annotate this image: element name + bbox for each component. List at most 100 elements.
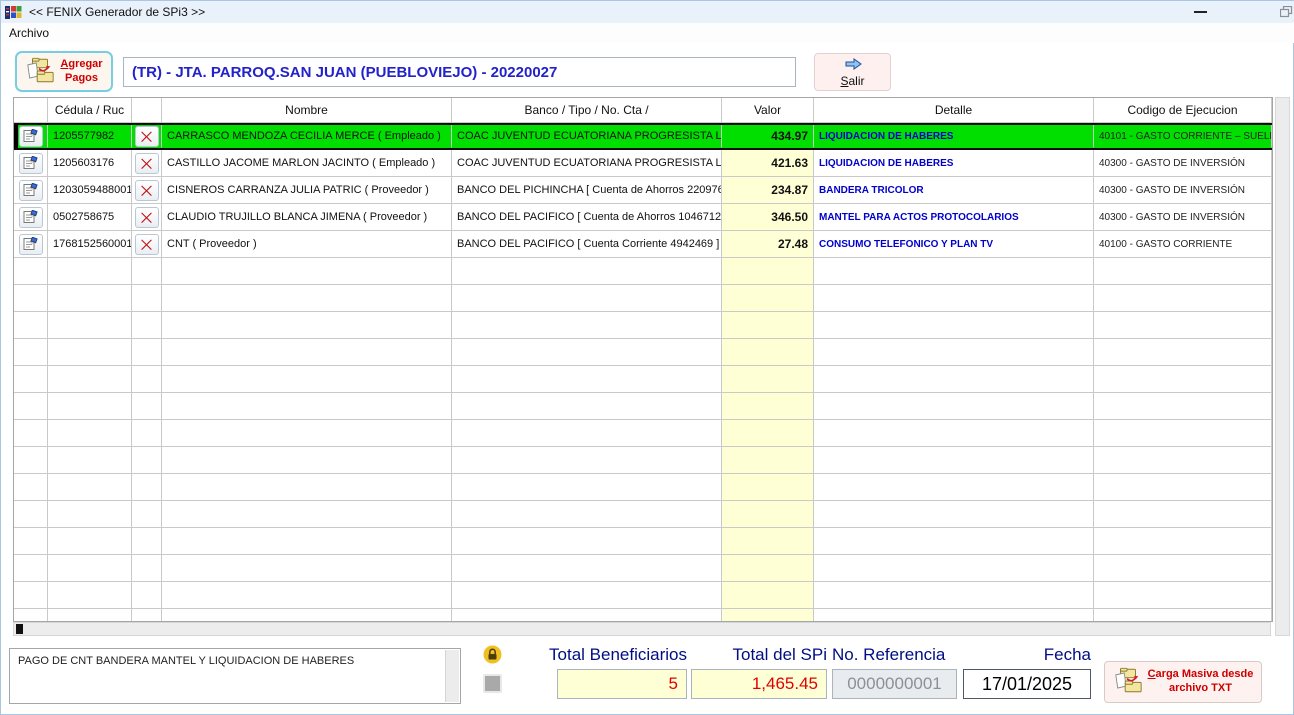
payments-table: Cédula / Ruc Nombre Banco / Tipo / No. C… [13,97,1273,622]
agregar-label-line1: Agregar [60,58,102,70]
agregar-pagos-button[interactable]: Agregar Pagos [15,51,113,92]
carga-masiva-button[interactable]: Carga Masiva desde archivo TXT [1104,661,1262,703]
entity-input[interactable]: (TR) - JTA. PARROQ.SAN JUAN (PUEBLOVIEJO… [123,57,796,87]
empty-cell [162,420,452,447]
table-row[interactable]: 1205603176CASTILLO JACOME MARLON JACINTO… [14,150,1272,177]
empty-cell [1094,420,1272,447]
empty-cell [1094,258,1272,285]
header-delete-col [132,98,162,123]
menu-archivo[interactable]: Archivo [1,24,57,42]
header-cedula: Cédula / Ruc [48,98,132,123]
empty-cell [722,393,814,420]
empty-cell [1094,393,1272,420]
empty-cell [1094,474,1272,501]
gray-checkbox[interactable] [483,674,502,693]
detalle-cell: LIQUIDACION DE HABERES [814,150,1094,177]
empty-cell [814,555,1094,582]
menu-bar: Archivo [1,23,1294,43]
delete-row-button[interactable] [135,207,159,228]
salir-label: Salir [840,74,864,88]
table-row[interactable]: 0502758675CLAUDIO TRUJILLO BLANCA JIMENA… [14,204,1272,231]
window-title: << FENIX Generador de SPi3 >> [29,5,205,19]
empty-cell [722,285,814,312]
delete-row-button[interactable] [135,153,159,174]
header-codigo: Codigo de Ejecucion [1094,98,1272,123]
empty-cell [162,366,452,393]
fecha-input[interactable]: 17/01/2025 [963,669,1091,699]
table-row-empty [14,501,1272,528]
empty-cell [1094,339,1272,366]
referencia-label: No. Referencia [832,645,962,665]
edit-row-button[interactable] [19,234,43,255]
empty-cell [452,474,722,501]
empty-cell [48,312,132,339]
empty-cell [722,609,814,622]
empty-cell [814,312,1094,339]
empty-cell [14,366,48,393]
empty-cell [132,285,162,312]
minimize-button[interactable] [1185,1,1215,23]
empty-cell [722,312,814,339]
empty-cell [132,420,162,447]
restore-button[interactable] [1277,1,1294,23]
empty-cell [1094,555,1272,582]
exit-arrow-icon [843,57,863,74]
empty-cell [132,393,162,420]
edit-row-button[interactable] [19,207,43,228]
edit-row-button[interactable] [19,126,43,147]
valor-cell: 234.87 [722,177,814,204]
delete-row-button[interactable] [135,180,159,201]
total-spi-label: Total del SPi [687,645,827,665]
empty-cell [1094,582,1272,609]
empty-cell [162,285,452,312]
fecha-label: Fecha [971,645,1091,665]
vertical-scrollbar[interactable] [1275,97,1290,636]
empty-cell [162,501,452,528]
table-row[interactable]: 1203059488001CISNEROS CARRANZA JULIA PAT… [14,177,1272,204]
delete-row-button[interactable] [135,234,159,255]
restore-icon [1280,6,1293,18]
delete-row-button[interactable] [135,126,159,147]
carga-label-line1: Carga Masiva desde [1148,668,1254,680]
empty-cell [162,312,452,339]
table-row-empty [14,420,1272,447]
empty-cell [132,447,162,474]
hscroll-thumb[interactable] [16,624,23,634]
cedula-cell: 1205577982 [48,125,132,148]
header-detalle: Detalle [814,98,1094,123]
empty-cell [48,609,132,622]
empty-cell [48,474,132,501]
nombre-cell: CASTILLO JACOME MARLON JACINTO ( Emplead… [162,150,452,177]
horizontal-scrollbar[interactable] [13,622,1271,636]
table-row[interactable]: 1768152560001CNT ( Proveedor )BANCO DEL … [14,231,1272,258]
description-scrollbar[interactable] [445,650,459,702]
empty-cell [132,582,162,609]
empty-cell [814,582,1094,609]
edit-cell [14,204,48,231]
empty-cell [722,447,814,474]
empty-cell [48,393,132,420]
empty-cell [132,366,162,393]
empty-cell [1094,501,1272,528]
lock-icon[interactable] [483,645,502,664]
table-row-empty [14,285,1272,312]
folder-transfer-icon [1113,667,1143,697]
empty-cell [452,582,722,609]
table-row[interactable]: 1205577982CARRASCO MENDOZA CECILIA MERCE… [14,123,1272,150]
empty-cell [132,609,162,622]
empty-cell [452,447,722,474]
empty-cell [162,474,452,501]
empty-cell [132,339,162,366]
empty-cell [722,501,814,528]
empty-cell [162,339,452,366]
carga-label-line2: archivo TXT [1169,682,1232,694]
payment-description-input[interactable]: PAGO DE CNT BANDERA MANTEL Y LIQUIDACION… [9,648,461,704]
empty-cell [162,609,452,622]
edit-cell [14,231,48,258]
salir-button[interactable]: Salir [814,53,891,91]
edit-row-button[interactable] [19,153,43,174]
empty-cell [132,258,162,285]
empty-cell [14,447,48,474]
edit-row-button[interactable] [19,180,43,201]
empty-cell [14,582,48,609]
